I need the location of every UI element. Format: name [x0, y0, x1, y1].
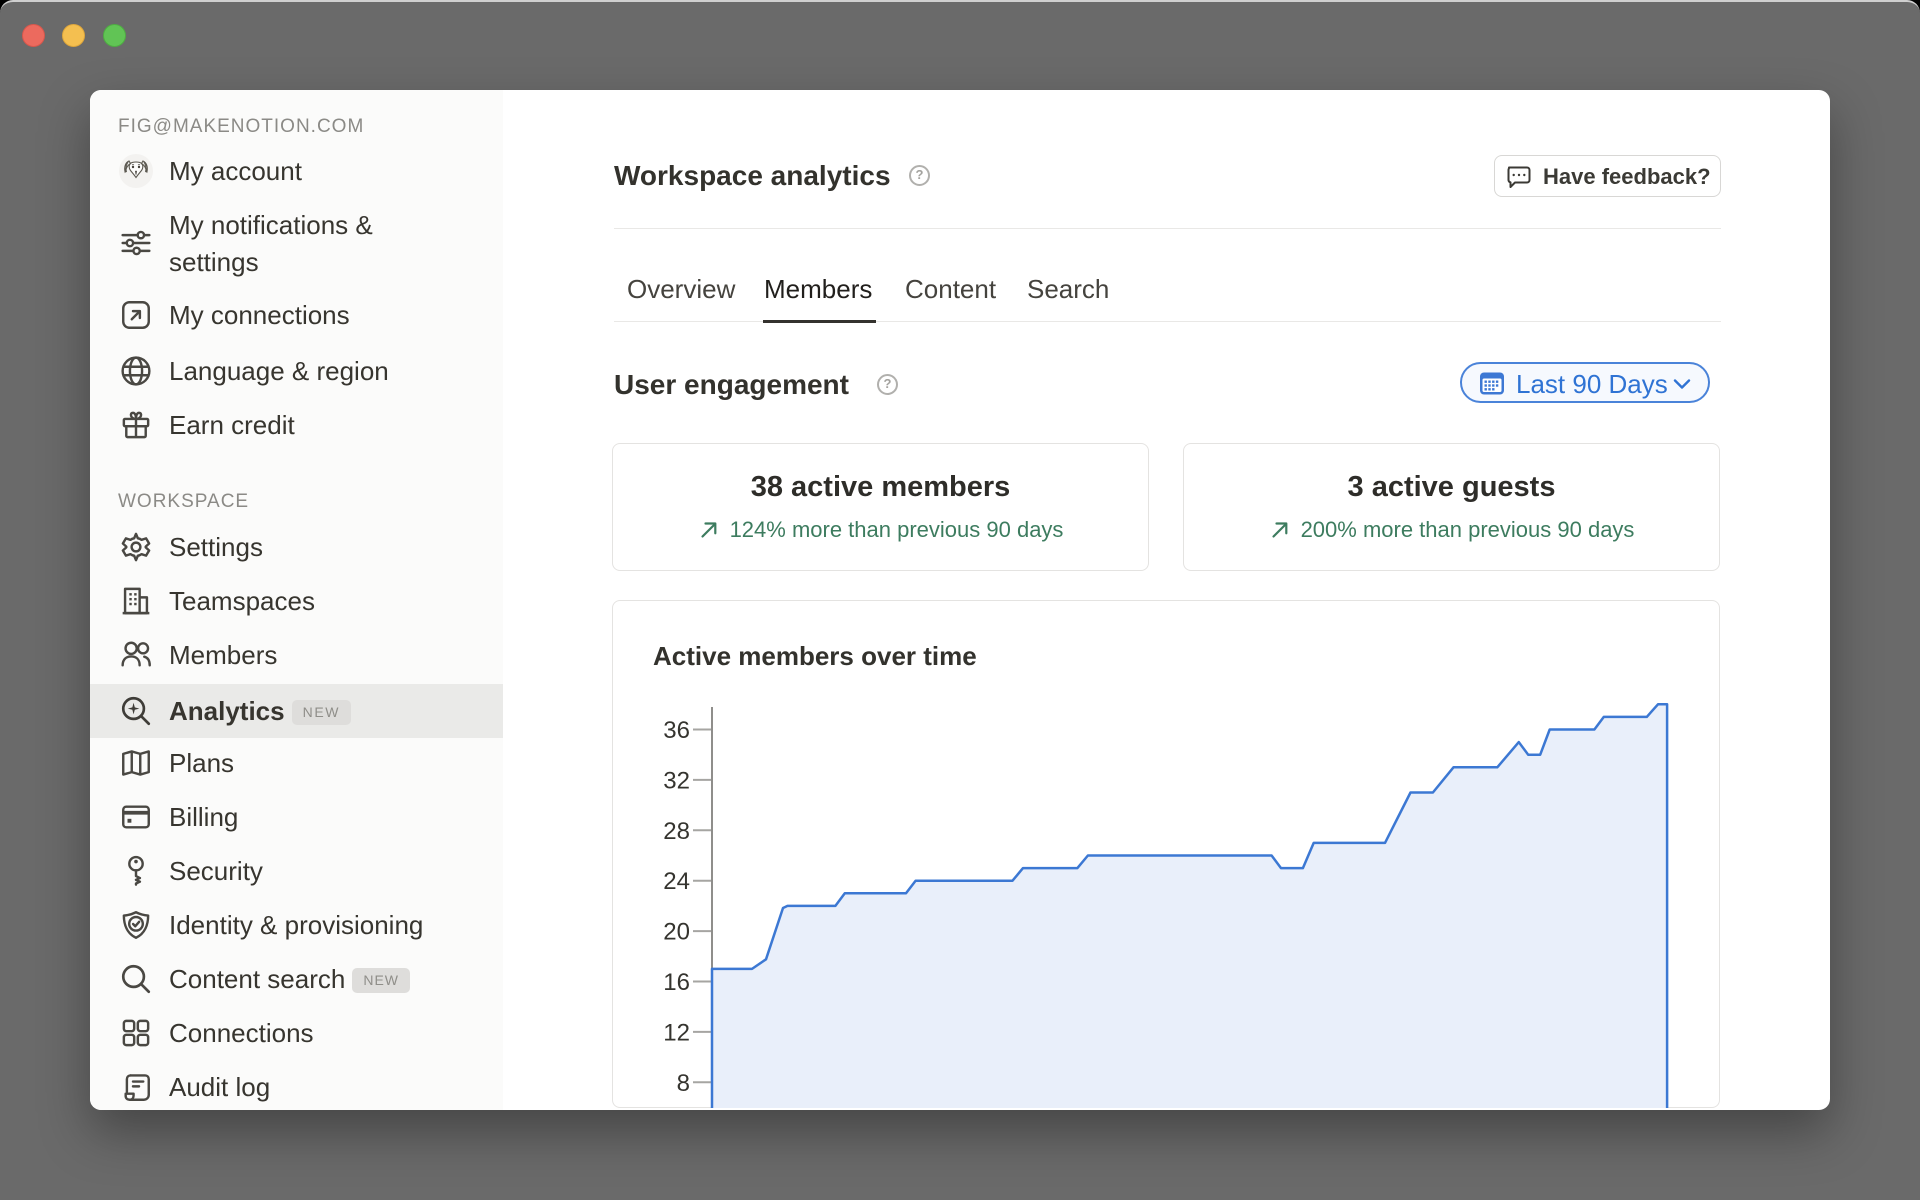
svg-text:20: 20 — [663, 919, 690, 946]
svg-text:12: 12 — [663, 1019, 690, 1046]
svg-text:28: 28 — [663, 818, 690, 845]
svg-text:36: 36 — [663, 717, 690, 744]
svg-text:8: 8 — [677, 1070, 690, 1097]
svg-text:16: 16 — [663, 969, 690, 996]
svg-text:24: 24 — [663, 868, 690, 895]
svg-text:32: 32 — [663, 767, 690, 794]
